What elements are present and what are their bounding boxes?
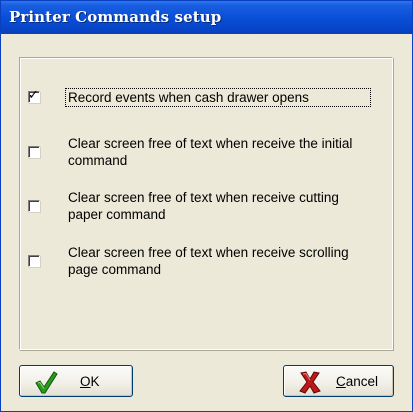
clear-cutting-label[interactable]: Clear screen free of text when receive c…	[68, 189, 368, 223]
cancel-button[interactable]: Cancel	[283, 365, 394, 397]
check-mark-icon: ✓	[28, 88, 39, 103]
green-checkmark-icon	[35, 371, 58, 394]
clear-initial-checkbox[interactable]	[28, 146, 40, 158]
clear-cutting-checkbox[interactable]	[28, 200, 40, 212]
clear-scrolling-label[interactable]: Clear screen free of text when receive s…	[68, 244, 368, 278]
cancel-button-label: Cancel	[336, 374, 379, 389]
clear-initial-label[interactable]: Clear screen free of text when receive t…	[68, 135, 368, 169]
red-x-icon	[299, 371, 321, 394]
ok-button[interactable]: OK	[19, 365, 133, 397]
record-cash-drawer-label[interactable]: Record events when cash drawer opens	[65, 88, 371, 107]
record-cash-drawer-checkbox[interactable]: ✓	[28, 88, 40, 103]
clear-scrolling-checkbox[interactable]	[28, 255, 40, 267]
window-title: Printer Commands setup	[9, 8, 222, 26]
ok-button-label: OK	[80, 374, 100, 389]
printer-commands-dialog: Printer Commands setup ✓ Record events w…	[0, 0, 413, 412]
title-bar[interactable]: Printer Commands setup	[1, 1, 412, 34]
